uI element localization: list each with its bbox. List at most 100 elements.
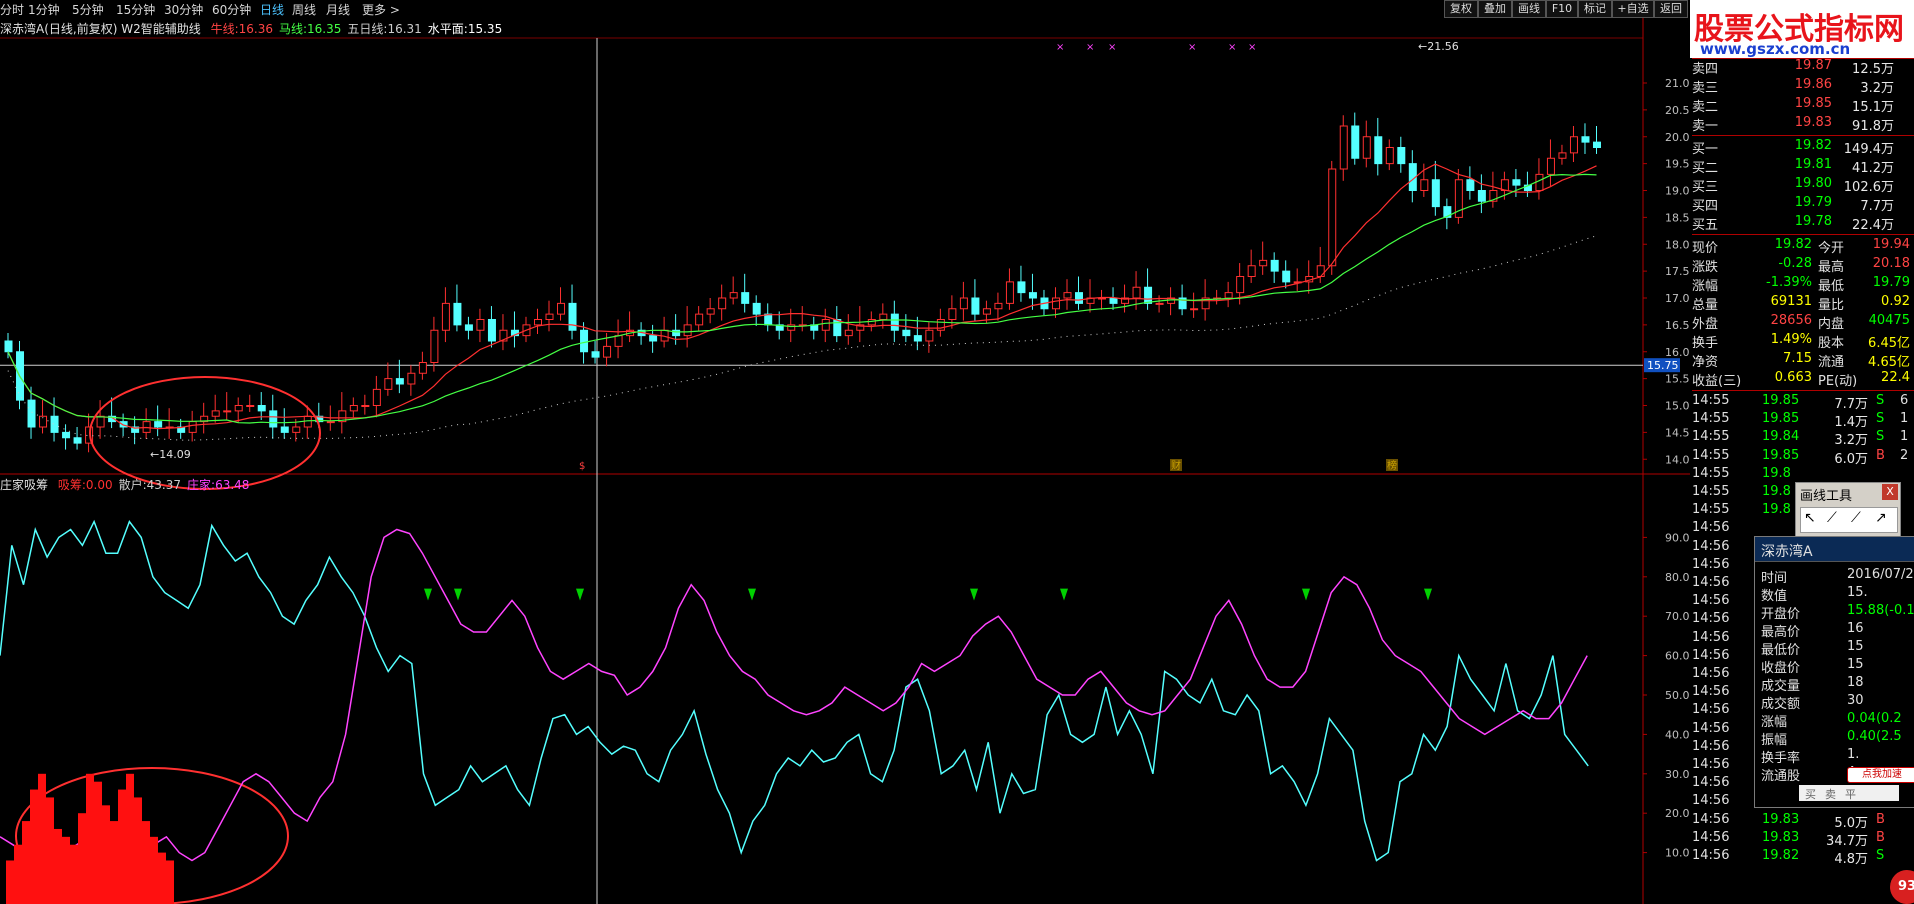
price-axis-tick: 20.00 xyxy=(1665,131,1690,144)
tick-price: 19.8 xyxy=(1762,465,1791,481)
draw-tools-window[interactable]: 画线工具 X ↖ ⟋ ⟋ ↗ xyxy=(1795,482,1901,538)
line-tool-icon[interactable]: ⟋ xyxy=(1827,510,1837,526)
candle-body xyxy=(188,421,197,433)
event-marker[interactable]: $ xyxy=(579,461,585,472)
tick-time: 14:55 xyxy=(1692,465,1730,481)
signal-arrow-icon xyxy=(748,588,756,601)
pointer-icon[interactable]: ↖ xyxy=(1804,510,1816,526)
candle-body xyxy=(96,415,105,428)
accumulation-bar xyxy=(78,813,86,904)
sell-button[interactable]: 卖 xyxy=(1825,786,1836,802)
candle-body xyxy=(879,313,888,320)
event-marker[interactable]: 榜 xyxy=(1387,459,1397,472)
candle-body xyxy=(407,372,416,385)
high-price-label: ←21.56 xyxy=(1418,40,1459,53)
arrow-tool-icon[interactable]: ↗ xyxy=(1875,510,1887,526)
candle-body xyxy=(418,362,427,374)
detail-row: 最低价 15 xyxy=(1755,639,1914,658)
tick-row: 14:55 19.85 1.4万 S 1 xyxy=(1692,411,1914,430)
candle-body xyxy=(246,405,255,407)
candle-body xyxy=(234,405,243,412)
accumulation-bar xyxy=(6,860,14,904)
candle-body xyxy=(1224,292,1233,299)
tick-time: 14:56 xyxy=(1692,829,1730,845)
price-axis-tick: 15.00 xyxy=(1665,400,1690,413)
site-logo: 股票公式指标网 www.gszx.com.cn xyxy=(1690,0,1914,58)
detail-stock-name: 深赤湾A xyxy=(1761,544,1813,560)
tick-price: 19.83 xyxy=(1762,811,1800,827)
quote-label: 最高 xyxy=(1818,260,1845,275)
kline-chart[interactable]: 21.00 20.50 20.00 19.50 19.00 18.50 18.00 17.50… xyxy=(0,0,1690,904)
tick-time: 14:56 xyxy=(1692,629,1730,645)
signal-x-marker: × xyxy=(1086,42,1094,53)
quote-value: 0.92 xyxy=(1881,294,1910,309)
speed-up-badge[interactable]: 点我加速 xyxy=(1847,767,1914,783)
candle-body xyxy=(1132,286,1141,299)
tick-price: 19.83 xyxy=(1762,829,1800,845)
quote-value: 6.45亿 xyxy=(1868,336,1910,351)
candle-body xyxy=(1236,276,1245,294)
indicator-label-value: 63.48 xyxy=(215,478,250,492)
sell-row: 卖四 19.87 12.5万 xyxy=(1692,58,1914,78)
close-icon[interactable]: X xyxy=(1882,484,1898,500)
candle-body xyxy=(154,421,163,428)
low-price-label: ←14.09 xyxy=(150,448,191,461)
highlight-circle-price xyxy=(89,376,321,490)
candle-body xyxy=(1546,157,1555,175)
sell-row: 卖一 19.83 91.8万 xyxy=(1692,115,1914,135)
quote-label: 最低 xyxy=(1818,279,1845,294)
detail-label: 收盘价 xyxy=(1761,661,1801,676)
candle-body xyxy=(395,378,404,385)
tick-row: 14:55 19.84 3.2万 S 1 xyxy=(1692,429,1914,448)
candle-body xyxy=(1477,190,1486,202)
candle-body xyxy=(982,308,991,315)
flat-button[interactable]: 平 xyxy=(1845,786,1856,802)
detail-row: 成交额 30 xyxy=(1755,693,1914,712)
candle-body xyxy=(718,297,727,310)
price-axis-tick: 17.00 xyxy=(1665,292,1690,305)
quote-value: 20.18 xyxy=(1872,256,1910,271)
candle-body xyxy=(50,415,59,433)
candle-body xyxy=(1535,173,1544,191)
tick-volume: 6.0万 xyxy=(1834,451,1868,467)
accumulation-bar xyxy=(30,789,38,904)
quote-label: 涨跌 xyxy=(1692,260,1719,275)
sell-volume: 12.5万 xyxy=(1852,62,1894,77)
accumulation-bar xyxy=(102,805,110,904)
quote-divider xyxy=(1692,234,1914,235)
buy-volume: 22.4万 xyxy=(1852,218,1894,233)
ray-tool-icon[interactable]: ⟋ xyxy=(1851,510,1861,526)
candle-body xyxy=(1420,179,1429,191)
draw-tools-toolbar: ↖ ⟋ ⟋ ↗ xyxy=(1800,507,1898,533)
tick-volume: 34.7万 xyxy=(1826,833,1868,849)
detail-label: 换手率 xyxy=(1761,751,1801,766)
trade-buttons: 买 卖 平 xyxy=(1799,785,1899,801)
candle-body xyxy=(971,297,980,315)
draw-tools-title: 画线工具 xyxy=(1800,489,1853,504)
quote-value: -0.28 xyxy=(1778,256,1812,271)
tick-side: S xyxy=(1876,411,1885,427)
detail-label: 成交额 xyxy=(1761,697,1801,712)
tick-volume: 5.0万 xyxy=(1834,815,1868,831)
tick-time: 14:55 xyxy=(1692,484,1730,499)
detail-label: 时间 xyxy=(1761,571,1788,586)
candle-body xyxy=(557,302,566,315)
tick-time: 14:55 xyxy=(1692,429,1730,445)
event-marker[interactable]: 财 xyxy=(1171,459,1181,472)
detail-value: 2016/07/2 xyxy=(1847,567,1914,582)
tick-time: 14:56 xyxy=(1692,611,1730,627)
indicator-panel-header: 庄家吸筹 吸筹:0.00 散户:43.37 庄家:63.48 xyxy=(0,476,249,492)
ticks-divider xyxy=(1692,390,1914,391)
candle-body xyxy=(361,405,370,407)
tick-time: 14:56 xyxy=(1692,811,1730,827)
detail-value: 15. xyxy=(1847,585,1868,600)
candle-body xyxy=(902,329,911,337)
candle-body xyxy=(372,388,381,406)
accumulation-bar xyxy=(158,852,166,904)
detail-label: 最高价 xyxy=(1761,625,1801,640)
detail-label: 最低价 xyxy=(1761,643,1801,658)
buy-button[interactable]: 买 xyxy=(1805,786,1816,802)
candle-body xyxy=(1017,281,1026,294)
candle-body xyxy=(441,302,450,331)
detail-row: 振幅 0.40(2.5 xyxy=(1755,729,1914,748)
